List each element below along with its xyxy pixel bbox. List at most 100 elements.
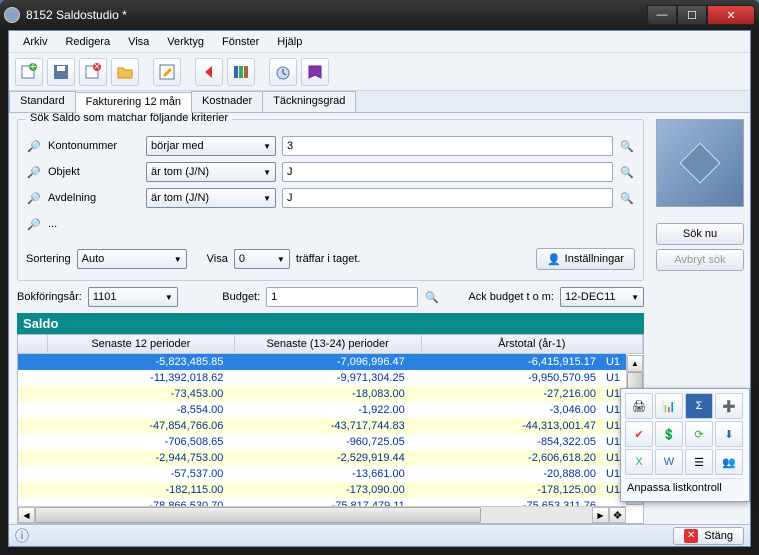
budget-input[interactable] — [266, 287, 418, 307]
table-row[interactable]: -706,508.65-960,725.05-854,322.05U1 — [18, 434, 626, 450]
close-button[interactable]: ✕ Stäng — [673, 527, 744, 545]
table-row[interactable]: -57,537.00-13,661.00-20,888.00U1 — [18, 466, 626, 482]
titlebar[interactable]: 8152 Saldostudio * — ☐ ✕ — [0, 0, 759, 30]
popup-chart-icon[interactable]: 📊 — [655, 393, 683, 419]
col-recent1324[interactable]: Senaste (13-24) perioder — [235, 335, 422, 353]
criteria-op-combo[interactable]: börjar med▼ — [146, 136, 276, 156]
tabbar: Standard Fakturering 12 mån Kostnader Tä… — [9, 91, 750, 113]
criteria-icon[interactable]: 🔎 — [26, 138, 42, 154]
menu-verktyg[interactable]: Verktyg — [159, 34, 212, 50]
tab-tackningsgrad[interactable]: Täckningsgrad — [262, 91, 356, 112]
popup-refresh-icon[interactable]: ⟳ — [685, 421, 713, 447]
cell-recent1324: -18,083.00 — [229, 388, 410, 400]
cell-recent1324: -1,922.00 — [229, 404, 410, 416]
criteria-icon[interactable]: 🔎 — [26, 164, 42, 180]
app-window: 8152 Saldostudio * — ☐ ✕ Arkiv Redigera … — [0, 0, 759, 555]
search-now-button[interactable]: Sök nu — [656, 223, 744, 245]
search-icon[interactable]: 🔍 — [619, 164, 635, 180]
maximize-button[interactable]: ☐ — [677, 5, 707, 25]
criteria-op-combo[interactable]: är tom (J/N)▼ — [146, 188, 276, 208]
popup-money-icon[interactable]: 💲 — [655, 421, 683, 447]
cell-arstotal: -2,606,618.20U1 — [411, 452, 626, 464]
tool-new-icon[interactable]: + — [15, 58, 43, 86]
tool-save-icon[interactable] — [47, 58, 75, 86]
tool-books-icon[interactable] — [227, 58, 255, 86]
criteria-op-combo[interactable]: är tom (J/N)▼ — [146, 162, 276, 182]
cell-recent1324: -2,529,919.44 — [229, 452, 410, 464]
popup-word-icon[interactable]: W — [655, 449, 683, 475]
popup-add-icon[interactable]: ➕ — [715, 393, 743, 419]
popup-download-icon[interactable]: ⬇ — [715, 421, 743, 447]
tool-back-icon[interactable] — [195, 58, 223, 86]
criteria-label: Avdelning — [48, 192, 140, 204]
tool-book-icon[interactable] — [301, 58, 329, 86]
ack-combo[interactable]: 12-DEC11▼ — [560, 287, 644, 307]
table-row[interactable]: -5,823,485.85-7,096,996.47-6,415,915.17U… — [18, 354, 626, 370]
table-row[interactable]: -11,392,018.62-9,971,304.25-9,950,570.95… — [18, 370, 626, 386]
scroll-right-button[interactable]: ▶ — [592, 507, 609, 523]
table-row[interactable]: -47,854,766.06-43,717,744.83-44,313,001.… — [18, 418, 626, 434]
popup-check-icon[interactable]: ✔ — [625, 421, 653, 447]
tool-delete-icon[interactable]: × — [79, 58, 107, 86]
popup-sum-icon[interactable]: Σ — [685, 393, 713, 419]
tab-fakturering[interactable]: Fakturering 12 mån — [75, 92, 192, 113]
table-row[interactable]: -182,115.00-173,090.00-178,125.00U1 — [18, 482, 626, 498]
sort-label: Sortering — [26, 253, 71, 265]
hscroll-thumb[interactable] — [35, 507, 481, 523]
search-icon[interactable]: 🔍 — [424, 289, 440, 305]
tool-folder-icon[interactable] — [111, 58, 139, 86]
cell-recent1324: -9,971,304.25 — [229, 372, 410, 384]
cell-recent1324: -13,661.00 — [229, 468, 410, 480]
cell-recent1324: -43,717,744.83 — [229, 420, 410, 432]
show-combo[interactable]: 0▼ — [234, 249, 290, 269]
menu-visa[interactable]: Visa — [120, 34, 157, 50]
table-row[interactable]: -2,944,753.00-2,529,919.44-2,606,618.20U… — [18, 450, 626, 466]
data-grid[interactable]: Senaste 12 perioder Senaste (13-24) peri… — [17, 334, 644, 524]
grid-options-button[interactable]: ❖ — [609, 507, 626, 523]
menu-arkiv[interactable]: Arkiv — [15, 34, 55, 50]
search-icon[interactable]: 🔍 — [619, 190, 635, 206]
cell-recent12: -57,537.00 — [48, 468, 229, 480]
tool-timer-icon[interactable] — [269, 58, 297, 86]
tab-standard[interactable]: Standard — [9, 91, 76, 112]
gear-icon: 👤 — [547, 253, 561, 266]
settings-button[interactable]: 👤 Inställningar — [536, 248, 635, 270]
svg-text:×: × — [94, 63, 100, 73]
window-close-button[interactable]: ✕ — [707, 5, 755, 25]
table-row[interactable]: -73,453.00-18,083.00-27,216.00U1 — [18, 386, 626, 402]
menu-redigera[interactable]: Redigera — [57, 34, 118, 50]
cancel-search-button[interactable]: Avbryt sök — [656, 249, 744, 271]
minimize-button[interactable]: — — [647, 5, 677, 25]
popup-list-icon[interactable]: ☰ — [685, 449, 713, 475]
col-arstotal[interactable]: Årstotal (år-1) — [422, 335, 644, 353]
scroll-up-button[interactable]: ▲ — [627, 355, 643, 372]
criteria-value-input[interactable] — [282, 188, 613, 208]
close-x-icon: ✕ — [684, 529, 698, 543]
criteria-value-input[interactable] — [282, 136, 613, 156]
sort-combo[interactable]: Auto▼ — [77, 249, 187, 269]
tab-kostnader[interactable]: Kostnader — [191, 91, 263, 112]
toolbar: + × — [9, 53, 750, 91]
criteria-icon[interactable]: 🔎 — [26, 190, 42, 206]
criteria-value-input[interactable] — [282, 162, 613, 182]
cell-recent12: -73,453.00 — [48, 388, 229, 400]
year-combo[interactable]: 1101▼ — [88, 287, 178, 307]
window-title: 8152 Saldostudio * — [26, 8, 647, 22]
criteria-label: Kontonummer — [48, 140, 140, 152]
criteria-row: 🔎Objektär tom (J/N)▼🔍 — [26, 160, 635, 184]
popup-users-icon[interactable]: 👥 — [715, 449, 743, 475]
menu-hjalp[interactable]: Hjälp — [269, 34, 310, 50]
popup-print-icon[interactable]: 🖨 — [625, 393, 653, 419]
column-headers[interactable]: Senaste 12 perioder Senaste (13-24) peri… — [18, 335, 643, 354]
horizontal-scrollbar[interactable]: ◀ ▶ ❖ — [18, 506, 626, 523]
menubar: Arkiv Redigera Visa Verktyg Fönster Hjäl… — [9, 31, 750, 53]
col-recent12[interactable]: Senaste 12 perioder — [48, 335, 235, 353]
tool-edit-icon[interactable] — [153, 58, 181, 86]
scroll-left-button[interactable]: ◀ — [18, 507, 35, 523]
popup-excel-icon[interactable]: X — [625, 449, 653, 475]
table-row[interactable]: -8,554.00-1,922.00-3,046.00U1 — [18, 402, 626, 418]
search-icon[interactable]: 🔍 — [619, 138, 635, 154]
criteria-icon[interactable]: 🔎 — [26, 216, 42, 232]
statusbar: ⓘ ✕ Stäng — [9, 524, 750, 546]
menu-fonster[interactable]: Fönster — [214, 34, 267, 50]
